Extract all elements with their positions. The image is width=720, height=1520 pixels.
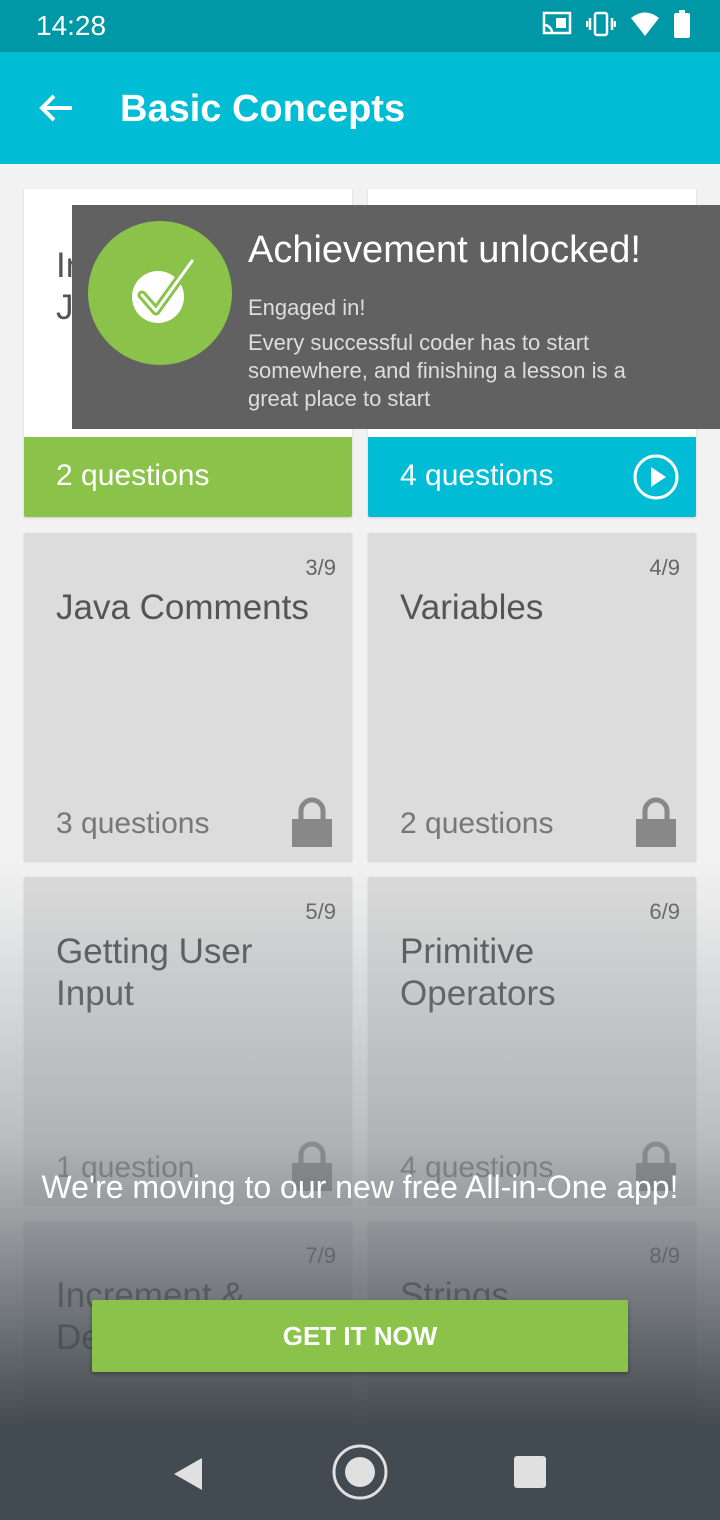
- page-title: Basic Concepts: [120, 88, 406, 130]
- lesson-number: 8/9: [649, 1243, 680, 1268]
- lesson-footer: 4 questions: [368, 437, 696, 517]
- nav-home-icon[interactable]: [332, 1444, 388, 1500]
- lesson-title: Primitive Operators: [400, 932, 556, 1013]
- system-nav-bar: [0, 1424, 720, 1520]
- status-bar: 14:28: [0, 0, 720, 52]
- lock-icon: [292, 797, 332, 847]
- lesson-number: 7/9: [305, 1243, 336, 1268]
- lock-icon: [636, 797, 676, 847]
- wifi-icon: [631, 12, 659, 36]
- lesson-card-4[interactable]: 4/9 Variables 2 questions: [368, 533, 696, 861]
- question-count: 3 questions: [56, 807, 210, 840]
- nav-recents-icon[interactable]: [514, 1456, 546, 1488]
- lesson-number: 4/9: [649, 555, 680, 580]
- question-count: 2 questions: [56, 459, 210, 492]
- app-bar: Basic Concepts: [0, 52, 720, 164]
- achievement-toast: Achievement unlocked! Engaged in! Every …: [72, 205, 720, 429]
- back-arrow-icon[interactable]: [36, 88, 76, 128]
- lesson-footer: 2 questions: [24, 437, 352, 517]
- lesson-number: 6/9: [649, 899, 680, 924]
- status-icons: [542, 10, 690, 38]
- lesson-number: 5/9: [305, 899, 336, 924]
- lesson-card-6[interactable]: 6/9 Primitive Operators 4 questions: [368, 877, 696, 1205]
- lesson-title: Java Comments: [56, 588, 309, 627]
- lesson-title: Variables: [400, 588, 544, 627]
- get-it-now-button[interactable]: GET IT NOW: [92, 1300, 628, 1372]
- lesson-title: Getting User Input: [56, 932, 253, 1013]
- toast-title: Achievement unlocked!: [248, 229, 641, 271]
- achievement-badge: [88, 221, 232, 365]
- question-count: 4 questions: [400, 459, 554, 492]
- checkmark-icon: [132, 257, 197, 323]
- toast-body: Every successful coder has to start some…: [248, 330, 626, 411]
- lesson-number: 3/9: [305, 555, 336, 580]
- status-time: 14:28: [36, 10, 107, 41]
- lesson-card-3[interactable]: 3/9 Java Comments 3 questions: [24, 533, 352, 861]
- lesson-card-5[interactable]: 5/9 Getting User Input 1 question: [24, 877, 352, 1205]
- toast-subtitle: Engaged in!: [248, 295, 366, 320]
- promo-text: We're moving to our new free All-in-One …: [41, 1169, 679, 1205]
- play-icon[interactable]: [632, 453, 680, 501]
- nav-back-icon[interactable]: [172, 1456, 204, 1492]
- battery-icon: [674, 10, 690, 38]
- vibrate-icon: [586, 11, 616, 37]
- cast-icon: [542, 11, 572, 35]
- question-count: 2 questions: [400, 807, 554, 840]
